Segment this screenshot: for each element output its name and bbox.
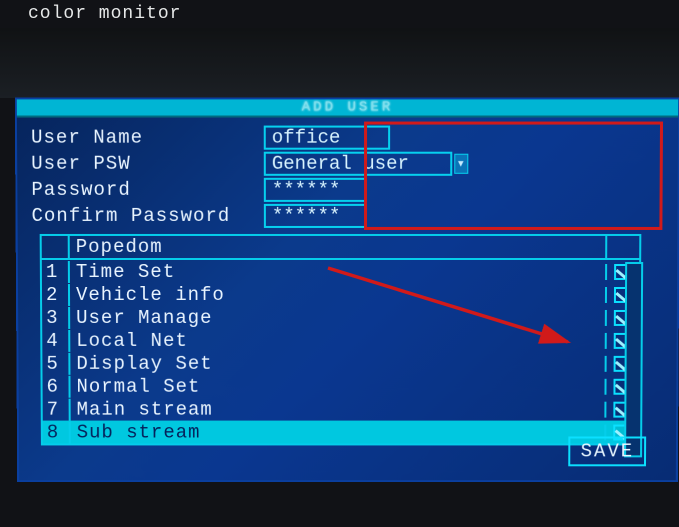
dialog-title: ADD USER (302, 99, 394, 115)
row-index: 6 (43, 375, 71, 397)
username-input[interactable] (264, 126, 390, 150)
username-label: User Name (31, 127, 264, 149)
row-name: Local Net (70, 329, 605, 351)
user-form: User Name User PSW ▾ Password Confirm Pa… (31, 126, 664, 228)
monitor-bezel (0, 28, 679, 98)
row-index: 8 (43, 421, 71, 443)
row-name: Vehicle info (70, 284, 605, 306)
scrollbar[interactable] (624, 262, 643, 457)
table-row[interactable]: 6Normal Set (42, 375, 638, 398)
table-row[interactable]: 1Time Set (42, 260, 639, 283)
save-button[interactable]: SAVE (569, 436, 647, 466)
row-index: 3 (42, 306, 70, 328)
row-index: 7 (43, 398, 71, 420)
table-row[interactable]: 4Local Net (42, 329, 639, 352)
confirm-password-input[interactable] (264, 204, 366, 228)
row-index: 4 (42, 329, 70, 351)
dialog-content: User Name User PSW ▾ Password Confirm Pa… (17, 118, 678, 446)
table-row[interactable]: 5Display Set (42, 352, 638, 375)
usertype-label: User PSW (31, 153, 264, 175)
row-name: Display Set (70, 352, 604, 374)
chevron-down-icon[interactable]: ▾ (454, 154, 468, 174)
password-input[interactable] (264, 178, 366, 202)
row-name: Normal Set (70, 375, 604, 397)
usertype-select[interactable] (264, 152, 453, 176)
row-index: 1 (42, 261, 70, 283)
popedom-num-header (42, 236, 70, 258)
table-row[interactable]: 2Vehicle info (42, 283, 639, 306)
popedom-chk-header (605, 236, 639, 258)
row-name: Sub stream (71, 421, 605, 443)
popedom-name-header: Popedom (70, 236, 606, 258)
popedom-table: Popedom 1Time Set2Vehicle info3User Mana… (40, 234, 642, 445)
monitor-label: color monitor (28, 4, 181, 24)
password-label: Password (31, 179, 264, 201)
screen: ADD USER User Name User PSW ▾ Password C… (15, 97, 679, 482)
row-index: 5 (42, 352, 70, 374)
row-name: User Manage (70, 306, 605, 328)
row-name: Main stream (71, 398, 605, 420)
row-index: 2 (42, 284, 70, 306)
row-name: Time Set (70, 261, 605, 283)
table-row[interactable]: 7Main stream (43, 398, 639, 421)
confirm-password-label: Confirm Password (31, 205, 263, 227)
table-row[interactable]: 3User Manage (42, 306, 639, 329)
table-row[interactable]: 8Sub stream (43, 421, 638, 444)
